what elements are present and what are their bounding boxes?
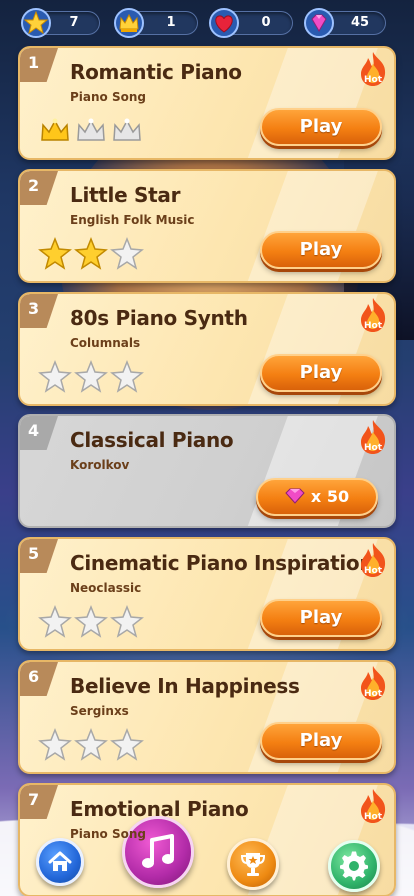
gems-count: 45	[350, 15, 370, 30]
svg-text:Hot: Hot	[364, 812, 383, 822]
hearts-count: 0	[261, 15, 271, 30]
svg-text:Hot: Hot	[364, 75, 383, 85]
song-number: 1	[28, 53, 40, 72]
svg-text:Hot: Hot	[364, 689, 383, 699]
hot-flame-icon: Hot	[361, 52, 386, 86]
song-artist: English Folk Music	[70, 213, 195, 227]
star-empty-icon	[74, 728, 108, 761]
play-button[interactable]: Play	[260, 599, 382, 637]
star-empty-icon	[110, 237, 144, 270]
star-rating	[38, 237, 144, 271]
unlock-with-gems-button[interactable]: x 50	[256, 478, 378, 516]
status-bar: 7 1 0 45	[0, 0, 414, 46]
crown-icon	[114, 8, 144, 38]
song-number: 4	[28, 421, 40, 440]
star-empty-icon	[38, 360, 72, 393]
crown-empty-icon	[113, 118, 141, 141]
bottom-nav	[0, 812, 414, 896]
gem-icon	[285, 488, 305, 504]
gems-counter[interactable]: 45	[304, 8, 386, 38]
song-title: Little Star	[70, 183, 181, 207]
unlock-cost: x 50	[310, 487, 350, 506]
song-title: Classical Piano	[70, 428, 234, 452]
song-card[interactable]: 1 Romantic Piano Piano Song Hot Play	[18, 46, 396, 160]
song-card[interactable]: 3 80s Piano Synth Columnals Hot Play	[18, 292, 396, 406]
star-empty-icon	[110, 728, 144, 761]
song-title: Cinematic Piano Inspiration	[70, 551, 374, 575]
song-artist: Serginxs	[70, 704, 129, 718]
hot-flame-icon: Hot	[361, 298, 386, 332]
song-artist: Piano Song	[70, 827, 146, 841]
play-button[interactable]: Play	[260, 354, 382, 392]
heart-icon	[209, 8, 239, 38]
song-artist: Piano Song	[70, 90, 146, 104]
crown-rating	[38, 114, 144, 148]
stars-counter[interactable]: 7	[21, 8, 100, 38]
play-button[interactable]: Play	[260, 722, 382, 760]
star-gold-icon	[38, 237, 72, 270]
song-title: Romantic Piano	[70, 60, 242, 84]
home-icon	[48, 851, 72, 871]
song-artist: Korolkov	[70, 458, 130, 472]
settings-button[interactable]	[328, 840, 380, 892]
song-card[interactable]: 2 Little Star English Folk Music Play	[18, 169, 396, 283]
song-artist: Columnals	[70, 336, 141, 350]
song-artist: Neoclassic	[70, 581, 142, 595]
hot-flame-icon: Hot	[361, 420, 386, 454]
song-number: 3	[28, 299, 40, 318]
song-card-locked[interactable]: 4 Classical Piano Korolkov Hot x 50	[18, 414, 396, 528]
hot-flame-icon: Hot	[361, 666, 386, 700]
home-button[interactable]	[36, 838, 84, 886]
star-rating	[38, 360, 144, 394]
star-empty-icon	[38, 605, 72, 638]
song-number: 5	[28, 544, 40, 563]
song-number: 2	[28, 176, 40, 195]
song-number: 7	[28, 790, 40, 809]
gear-icon	[340, 851, 368, 881]
hearts-counter[interactable]: 0	[209, 8, 293, 38]
star-gold-icon	[74, 237, 108, 270]
hot-flame-icon: Hot	[361, 543, 386, 577]
play-button[interactable]: Play	[260, 108, 382, 146]
svg-text:Hot: Hot	[364, 566, 383, 576]
star-rating	[38, 605, 144, 639]
crowns-counter[interactable]: 1	[114, 8, 198, 38]
leaderboard-button[interactable]	[227, 838, 279, 890]
trophy-icon	[240, 853, 266, 876]
gem-icon	[304, 8, 334, 38]
star-rating	[38, 728, 144, 762]
star-icon	[21, 8, 51, 38]
song-card[interactable]: 6 Believe In Happiness Serginxs Hot Play	[18, 660, 396, 774]
song-title: 80s Piano Synth	[70, 306, 248, 330]
crowns-count: 1	[166, 15, 176, 30]
crown-gold-icon	[41, 118, 69, 141]
svg-text:Hot: Hot	[364, 321, 383, 331]
song-number: 6	[28, 667, 40, 686]
star-empty-icon	[74, 360, 108, 393]
song-title: Believe In Happiness	[70, 674, 300, 698]
song-title: Emotional Piano	[70, 797, 249, 821]
play-button[interactable]: Play	[260, 231, 382, 269]
star-empty-icon	[38, 728, 72, 761]
hot-flame-icon: Hot	[361, 789, 386, 823]
star-empty-icon	[110, 360, 144, 393]
song-card[interactable]: 5 Cinematic Piano Inspiration Neoclassic…	[18, 537, 396, 651]
crown-empty-icon	[77, 118, 105, 141]
star-empty-icon	[110, 605, 144, 638]
svg-text:Hot: Hot	[364, 443, 383, 453]
star-empty-icon	[74, 605, 108, 638]
stars-count: 7	[69, 15, 79, 30]
